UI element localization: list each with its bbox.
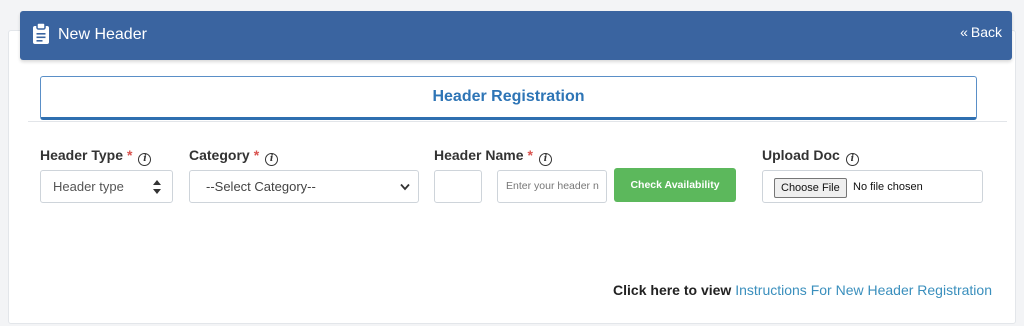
check-availability-button[interactable]: Check Availability <box>614 168 736 202</box>
required-mark: * <box>527 147 533 163</box>
chevron-down-icon <box>400 183 410 191</box>
upload-doc-input[interactable]: Choose File No file chosen <box>762 170 983 203</box>
back-label: Back <box>970 24 1002 40</box>
category-label-text: Category <box>189 147 250 163</box>
clipboard-icon <box>33 23 49 44</box>
sort-arrows-icon <box>153 180 161 194</box>
category-select[interactable]: --Select Category-- <box>189 170 419 203</box>
divider <box>28 121 1007 122</box>
upload-doc-label-text: Upload Doc <box>762 147 840 163</box>
page-title: New Header <box>58 26 147 43</box>
header-name-placeholder: Enter your header n <box>506 180 599 192</box>
category-value: --Select Category-- <box>206 179 316 194</box>
instructions-line: Click here to view Instructions For New … <box>613 282 992 298</box>
required-mark: * <box>253 147 260 163</box>
tab-label: Header Registration <box>432 88 585 105</box>
instructions-link[interactable]: Instructions For New Header Registration <box>735 282 992 298</box>
required-mark: * <box>127 147 133 163</box>
header-type-label: Header Type * i <box>40 147 152 166</box>
info-icon[interactable]: i <box>538 153 552 166</box>
tab-header-registration[interactable]: Header Registration <box>40 76 977 120</box>
double-chevron-left-icon: « <box>960 24 968 40</box>
instructions-prefix: Click here to view <box>613 282 732 298</box>
file-status: No file chosen <box>853 181 923 193</box>
header-name-input[interactable]: Enter your header n <box>497 170 607 203</box>
page-header: New Header «Back <box>20 11 1012 60</box>
category-label: Category * i <box>189 147 279 166</box>
info-icon[interactable]: i <box>138 153 152 166</box>
header-type-select[interactable]: Header type <box>40 170 173 203</box>
header-name-label-text: Header Name <box>434 147 524 163</box>
back-link[interactable]: «Back <box>960 23 1002 41</box>
header-type-label-text: Header Type <box>40 147 123 163</box>
choose-file-button[interactable]: Choose File <box>774 178 847 198</box>
info-icon[interactable]: i <box>845 153 859 166</box>
header-name-prefix-input[interactable] <box>434 170 482 203</box>
info-icon[interactable]: i <box>265 153 279 166</box>
upload-doc-label: Upload Doc i <box>762 147 859 166</box>
header-name-label: Header Name * i <box>434 147 552 166</box>
header-type-value: Header type <box>53 179 124 194</box>
